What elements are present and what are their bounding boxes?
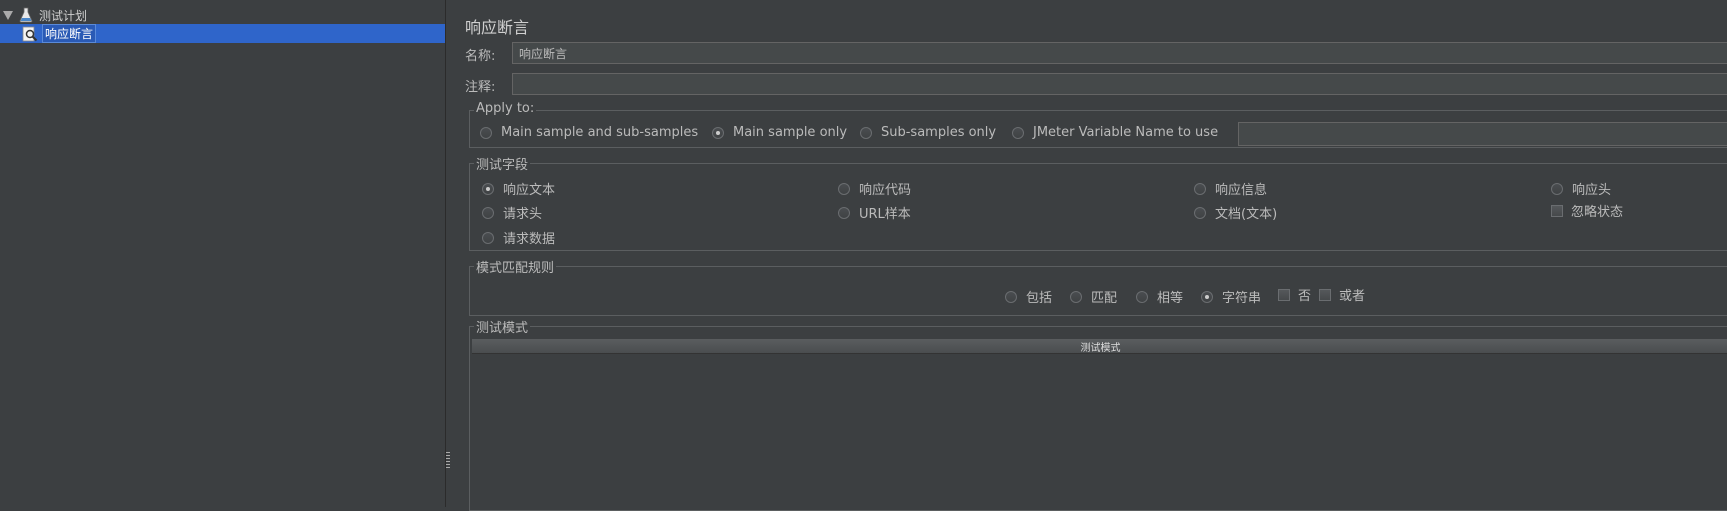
apply-to-group: Apply to: Main sample and sub-samples Ma… bbox=[469, 101, 1727, 148]
patterns-table-column-header[interactable]: 测试模式 bbox=[472, 339, 1727, 354]
field-request-data-radio[interactable]: 请求数据 bbox=[482, 228, 555, 247]
expand-triangle-icon[interactable] bbox=[3, 10, 13, 20]
field-response-text-radio[interactable]: 响应文本 bbox=[482, 179, 555, 198]
pattern-rules-group: 模式匹配规则 包括 匹配 相等 字符串 否 或者 bbox=[469, 257, 1727, 316]
jmeter-variable-field[interactable] bbox=[1238, 122, 1727, 146]
test-plan-tree: 测试计划 响应断言 bbox=[0, 0, 446, 507]
assertion-panel: 响应断言 名称: 注释: Apply to: Main sample and s… bbox=[452, 0, 1727, 511]
splitter-handle[interactable] bbox=[446, 452, 450, 468]
radio-indicator bbox=[1070, 290, 1082, 303]
pattern-rules-title: 模式匹配规则 bbox=[474, 257, 557, 276]
checkbox-indicator bbox=[1551, 204, 1563, 217]
panel-title: 响应断言 bbox=[465, 18, 530, 37]
apply-main-only-radio[interactable]: Main sample only bbox=[712, 125, 847, 140]
test-patterns-group: 测试模式 测试模式 bbox=[469, 317, 1727, 511]
rule-substring-radio[interactable]: 字符串 bbox=[1201, 287, 1261, 306]
field-response-message-radio[interactable]: 响应信息 bbox=[1194, 179, 1267, 198]
name-field[interactable] bbox=[512, 42, 1727, 64]
comment-field[interactable] bbox=[512, 73, 1727, 95]
name-label: 名称: bbox=[465, 49, 496, 64]
ignore-status-checkbox[interactable]: 忽略状态 bbox=[1551, 201, 1623, 220]
tree-node-response-assertion-label: 响应断言 bbox=[42, 24, 97, 43]
field-response-headers-radio[interactable]: 响应头 bbox=[1551, 179, 1611, 198]
tree-node-test-plan[interactable]: 测试计划 bbox=[0, 6, 87, 24]
field-url-sample-radio[interactable]: URL样本 bbox=[838, 203, 911, 222]
radio-indicator bbox=[1136, 290, 1148, 303]
rule-matches-radio[interactable]: 匹配 bbox=[1070, 287, 1117, 306]
comment-label: 注释: bbox=[465, 80, 496, 95]
test-field-title: 测试字段 bbox=[474, 154, 531, 173]
tree-node-test-plan-label: 测试计划 bbox=[39, 8, 88, 23]
radio-indicator bbox=[1012, 126, 1024, 139]
radio-indicator bbox=[482, 231, 494, 244]
or-checkbox[interactable]: 或者 bbox=[1319, 285, 1365, 304]
radio-indicator bbox=[1005, 290, 1017, 303]
test-field-group: 测试字段 响应文本 响应代码 响应信息 响应头 请求头 URL样本 文档(文本) bbox=[469, 154, 1727, 251]
test-patterns-title: 测试模式 bbox=[474, 317, 531, 336]
rule-contains-radio[interactable]: 包括 bbox=[1005, 287, 1052, 306]
radio-indicator bbox=[482, 206, 494, 219]
radio-indicator bbox=[480, 126, 492, 139]
radio-indicator bbox=[838, 206, 850, 219]
radio-indicator bbox=[1194, 182, 1206, 195]
field-request-headers-radio[interactable]: 请求头 bbox=[482, 203, 542, 222]
assertion-magnifier-icon bbox=[22, 26, 38, 42]
radio-indicator bbox=[1551, 182, 1563, 195]
apply-main-and-sub-radio[interactable]: Main sample and sub-samples bbox=[480, 125, 698, 140]
radio-indicator bbox=[1201, 290, 1213, 303]
test-plan-flask-icon bbox=[18, 7, 34, 23]
radio-indicator bbox=[860, 126, 872, 139]
radio-indicator bbox=[1194, 206, 1206, 219]
not-checkbox[interactable]: 否 bbox=[1278, 285, 1311, 304]
apply-to-title: Apply to: bbox=[474, 101, 537, 116]
checkbox-indicator bbox=[1278, 288, 1290, 301]
apply-jmeter-variable-radio[interactable]: JMeter Variable Name to use bbox=[1012, 125, 1218, 140]
rule-equals-radio[interactable]: 相等 bbox=[1136, 287, 1183, 306]
radio-indicator bbox=[712, 126, 724, 139]
field-document-text-radio[interactable]: 文档(文本) bbox=[1194, 203, 1277, 222]
radio-indicator bbox=[482, 182, 494, 195]
checkbox-indicator bbox=[1319, 288, 1331, 301]
tree-node-response-assertion[interactable]: 响应断言 bbox=[0, 24, 445, 43]
radio-indicator bbox=[838, 182, 850, 195]
apply-sub-only-radio[interactable]: Sub-samples only bbox=[860, 125, 996, 140]
field-response-code-radio[interactable]: 响应代码 bbox=[838, 179, 911, 198]
